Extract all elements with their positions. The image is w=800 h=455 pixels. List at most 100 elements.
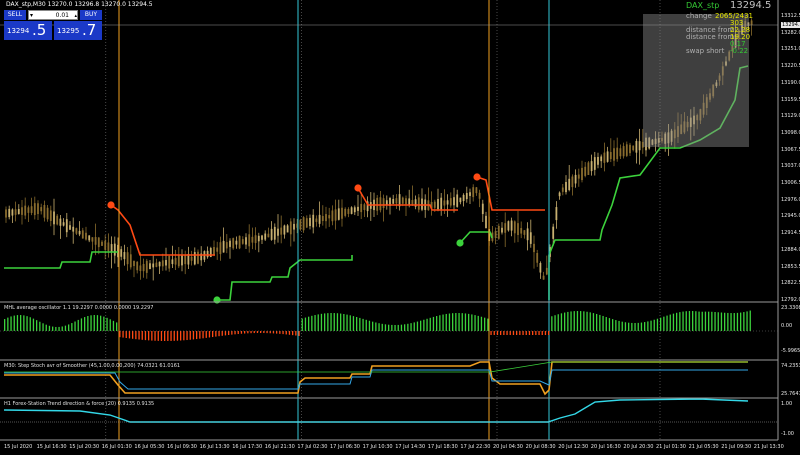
oscillator-bar <box>512 331 515 335</box>
lot-size-field[interactable]: ▾ 0.01 ▴ <box>28 10 78 20</box>
oscillator-bar <box>100 315 102 331</box>
sell-button[interactable]: SELL <box>4 10 26 20</box>
candle-body <box>469 192 471 196</box>
candle-body <box>286 225 289 233</box>
oscillator-bar <box>592 313 595 331</box>
info-line-label: distance from <box>686 33 735 41</box>
candle-body <box>190 256 193 261</box>
oscillator-bar <box>365 319 367 331</box>
candle-body <box>478 192 481 199</box>
candle-body <box>312 214 315 228</box>
oscillator-bar <box>564 312 566 331</box>
oscillator-bar <box>650 320 652 331</box>
time-axis-label: 15 Jul 16:30 <box>36 444 67 450</box>
sell-trailing-stop-line <box>476 176 545 211</box>
oscillator-bar <box>714 311 716 331</box>
one-click-trading-panel: SELL ▾ 0.01 ▴ BUY 13294 .5 13295 .7 <box>4 10 102 40</box>
oscillator-bar <box>144 331 147 341</box>
oscillator-bar <box>106 317 108 331</box>
candle-body <box>449 198 452 206</box>
oscillator-bar <box>384 324 387 331</box>
candle-body <box>197 251 199 264</box>
oscillator-bar <box>352 316 355 331</box>
oscillator-bar <box>605 317 607 331</box>
oscillator-bar <box>394 324 396 331</box>
oscillator-bar <box>212 331 214 338</box>
ask-price-button[interactable]: 13295 .7 <box>54 21 102 40</box>
candle-body <box>408 198 411 206</box>
candle-body <box>440 197 443 210</box>
oscillator-bar <box>80 318 83 331</box>
bid-price-button[interactable]: 13294 .5 <box>4 21 52 40</box>
oscillator-bar <box>487 318 489 331</box>
price-axis-label: 13037.0 <box>781 163 800 170</box>
info-line-label: swap short <box>686 47 725 55</box>
candle-body <box>165 259 167 266</box>
candle-body <box>571 176 574 188</box>
candle-body <box>59 218 62 226</box>
candle-body <box>113 243 116 256</box>
oscillator-bar <box>333 313 335 331</box>
candle-body <box>517 223 519 235</box>
oscillator-bar <box>13 315 15 331</box>
candle-body <box>552 226 555 239</box>
sub-panel-axis-mid: 0.00 <box>781 323 793 329</box>
oscillator-bar <box>317 314 319 331</box>
candle-body <box>392 198 395 204</box>
time-axis-label: 17 Jul 22:30 <box>460 444 491 450</box>
candle-body <box>453 197 455 206</box>
candle-body <box>475 187 478 194</box>
candle-body <box>504 223 507 233</box>
lot-decrease-icon[interactable]: ▾ <box>30 11 33 21</box>
oscillator-bar <box>250 331 252 334</box>
oscillator-bar <box>298 331 300 336</box>
candle-body <box>14 209 17 215</box>
oscillator-bar <box>202 331 204 339</box>
candle-body <box>334 209 337 221</box>
oscillator-bar <box>372 321 374 331</box>
candle-body <box>91 237 94 242</box>
oscillator-bar <box>746 311 748 331</box>
lot-increase-icon[interactable]: ▴ <box>74 11 77 21</box>
candle-body <box>184 255 187 265</box>
candle-body <box>542 275 545 280</box>
oscillator-bar <box>215 331 217 337</box>
candle-body <box>357 206 359 211</box>
price-axis-label: 13251.0 <box>781 46 800 53</box>
candle-body <box>309 217 311 227</box>
oscillator-bar <box>10 316 12 331</box>
candle-body <box>40 207 43 212</box>
candle-body <box>155 262 158 267</box>
candle-body <box>411 200 414 205</box>
oscillator-bar <box>279 331 281 334</box>
buy-trailing-stop-line <box>215 255 353 301</box>
oscillator-bar <box>647 321 649 331</box>
candle-body <box>510 220 513 231</box>
oscillator-bar <box>231 331 233 335</box>
candle-body <box>43 205 46 218</box>
candle-body <box>485 215 487 229</box>
oscillator-bar <box>45 324 47 331</box>
buy-button[interactable]: BUY <box>80 10 102 20</box>
candle-body <box>507 221 510 231</box>
oscillator-bar <box>320 313 323 331</box>
oscillator-bar <box>327 313 329 331</box>
time-axis-label: 16 Jul 09:30 <box>167 444 197 450</box>
oscillator-bar <box>189 331 191 340</box>
candle-body <box>81 230 84 239</box>
oscillator-bar <box>522 331 524 335</box>
sub-panel-axis-bottom: -5.9965 <box>781 348 800 354</box>
lot-size-value[interactable]: 0.01 <box>56 12 69 19</box>
buy-signal-dot <box>213 296 221 304</box>
oscillator-bar <box>420 320 422 331</box>
bid-price-main: 13294 <box>7 27 30 35</box>
oscillator-bar <box>426 318 428 331</box>
oscillator-bar <box>679 312 681 331</box>
oscillator-bar <box>64 325 67 331</box>
oscillator-bar <box>554 315 556 331</box>
oscillator-bar <box>218 331 220 337</box>
oscillator-bar <box>612 319 614 331</box>
candle-body <box>363 204 366 210</box>
oscillator-bar <box>413 322 415 331</box>
candle-body <box>395 198 398 204</box>
